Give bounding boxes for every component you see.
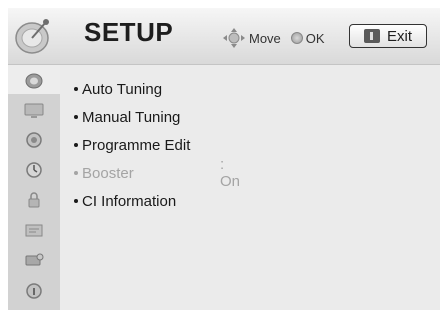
- setup-menu-list: Auto Tuning Manual Tuning Programme Edit…: [74, 75, 240, 215]
- menu-item-label: Manual Tuning: [82, 108, 181, 126]
- menu-item-manual-tuning[interactable]: Manual Tuning: [74, 103, 190, 131]
- move-arrows-icon: [223, 28, 245, 48]
- support-icon: [26, 282, 42, 299]
- bullet-icon: [74, 143, 78, 147]
- setup-dish-icon: [25, 73, 43, 88]
- menu-item-label: Booster: [82, 164, 134, 182]
- exit-button[interactable]: Exit: [349, 24, 427, 48]
- move-hint-label: Move: [249, 30, 281, 46]
- booster-value: : On: [220, 156, 241, 190]
- sidebar-item-network[interactable]: [8, 245, 60, 274]
- tv-setup-screen: SETUP Move OK Exit Auto Tuning Manual Tu…: [0, 0, 444, 310]
- sidebar-item-option[interactable]: [8, 215, 60, 244]
- menu-item-auto-tuning[interactable]: Auto Tuning: [74, 75, 190, 103]
- satellite-dish-icon: [15, 19, 49, 54]
- bullet-icon: [74, 115, 78, 119]
- lock-icon: [28, 191, 40, 207]
- bullet-icon: [74, 199, 78, 203]
- option-icon: [25, 224, 43, 236]
- menu-item-booster: Booster : On: [74, 156, 240, 190]
- ok-button-icon: [290, 32, 303, 44]
- network-icon: [25, 253, 44, 265]
- ok-hint-label: OK: [305, 30, 325, 46]
- time-icon: [26, 161, 42, 178]
- picture-icon: [24, 103, 44, 118]
- exit-key-icon: [363, 29, 380, 43]
- sidebar-item-picture[interactable]: [8, 95, 60, 124]
- menu-item-programme-edit[interactable]: Programme Edit: [74, 131, 190, 159]
- exit-button-label: Exit: [386, 27, 412, 45]
- page-title: SETUP: [84, 17, 174, 47]
- sidebar-item-support[interactable]: [8, 275, 60, 304]
- menu-item-ci-information[interactable]: CI Information: [74, 187, 190, 215]
- setup-menu-panel: Auto Tuning Manual Tuning Programme Edit…: [60, 65, 440, 310]
- audio-icon: [26, 131, 42, 148]
- sidebar-item-audio[interactable]: [8, 125, 60, 154]
- menu-item-label: Auto Tuning: [82, 80, 163, 98]
- sidebar-item-time[interactable]: [8, 155, 60, 184]
- menu-item-label: Programme Edit: [82, 136, 191, 154]
- menu-item-label: CI Information: [82, 192, 177, 210]
- sidebar-item-setup[interactable]: [8, 65, 60, 94]
- bullet-icon: [74, 87, 78, 91]
- category-sidebar: [8, 65, 60, 310]
- header-bar: SETUP Move OK Exit: [8, 8, 440, 65]
- navigation-hint: Move OK: [223, 28, 325, 48]
- sidebar-item-lock[interactable]: [8, 185, 60, 214]
- bullet-icon: [74, 171, 78, 175]
